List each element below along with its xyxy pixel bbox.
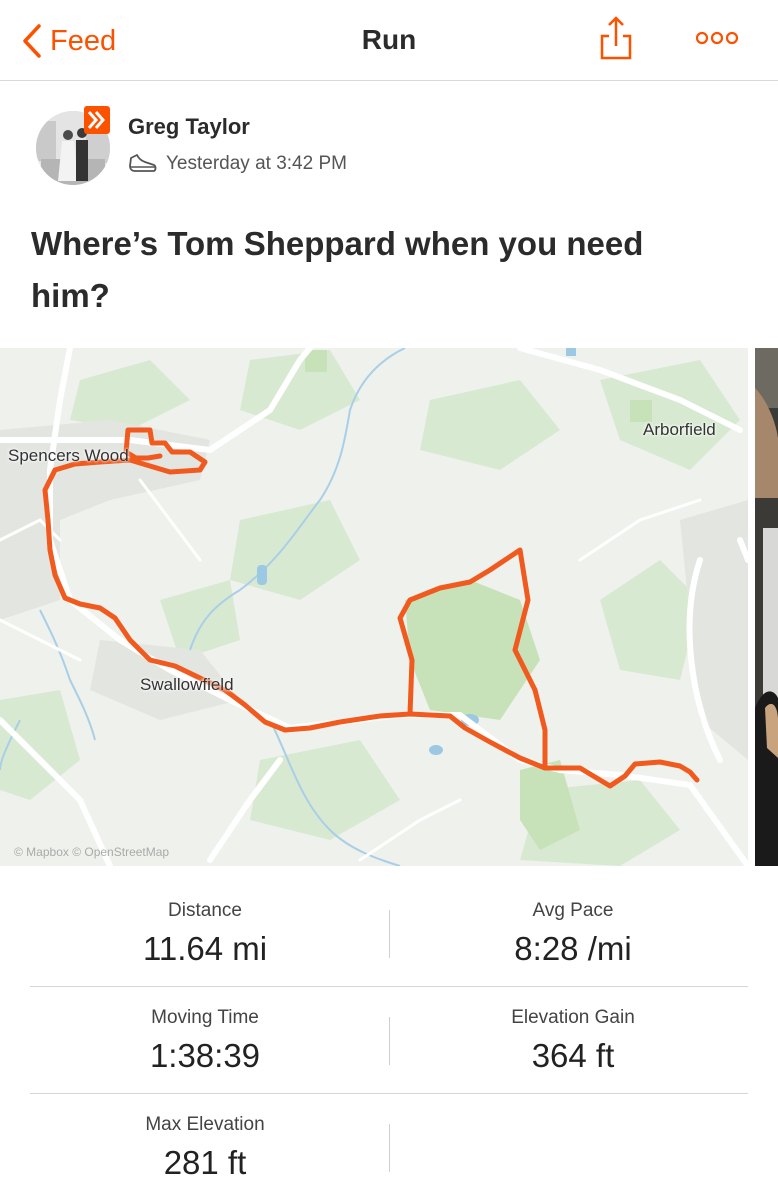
share-icon <box>600 16 632 60</box>
stat-value: 364 ft <box>531 1037 615 1074</box>
map-label-swallowfield: Swallowfield <box>140 675 234 694</box>
stat-moving-time: Moving Time 1:38:39 <box>30 1007 380 1075</box>
photo-thumbnail[interactable] <box>755 348 778 866</box>
stat-max-elevation: Max Elevation 281 ft <box>30 1114 380 1182</box>
stat-value: 8:28 /mi <box>514 930 632 967</box>
stat-value: 281 ft <box>163 1144 247 1181</box>
stat-divider <box>389 1017 390 1065</box>
stat-avg-pace: Avg Pace 8:28 /mi <box>398 900 748 968</box>
back-label: Feed <box>50 24 117 57</box>
stat-label: Avg Pace <box>532 900 614 921</box>
back-button[interactable]: Feed <box>22 20 116 62</box>
more-dots-icon <box>695 31 739 45</box>
shoe-icon <box>129 154 157 172</box>
stat-elevation-gain: Elevation Gain 364 ft <box>398 1007 748 1075</box>
stat-label: Elevation Gain <box>511 1007 635 1028</box>
more-button[interactable] <box>694 26 740 50</box>
stats-panel: Distance 11.64 mi Avg Pace 8:28 /mi Movi… <box>30 880 748 1200</box>
stat-divider <box>389 1124 390 1172</box>
map-attribution[interactable]: © Mapbox © OpenStreetMap <box>14 845 169 859</box>
activity-timestamp: Yesterday at 3:42 PM <box>166 153 347 174</box>
share-button[interactable] <box>598 14 634 62</box>
stat-distance: Distance 11.64 mi <box>30 900 380 968</box>
stat-value: 1:38:39 <box>149 1037 261 1074</box>
stat-label: Max Elevation <box>145 1114 265 1135</box>
activity-meta: Yesterday at 3:42 PM <box>128 153 347 175</box>
nav-bar: Feed Run <box>0 0 778 81</box>
page-title: Run <box>361 24 417 55</box>
stat-label: Moving Time <box>151 1007 259 1028</box>
premium-badge-icon <box>84 106 110 134</box>
stat-divider <box>389 910 390 958</box>
route-map[interactable]: Spencers Wood Arborfield Swallowfield © … <box>0 348 748 866</box>
stat-value: 11.64 mi <box>142 930 268 967</box>
stats-row: Moving Time 1:38:39 Elevation Gain 364 f… <box>30 987 748 1094</box>
map-canvas <box>0 348 748 866</box>
stats-row: Max Elevation 281 ft <box>30 1094 748 1200</box>
athlete-name[interactable]: Greg Taylor <box>128 114 250 140</box>
map-label-spencers-wood: Spencers Wood <box>8 446 129 465</box>
stat-label: Distance <box>168 900 242 921</box>
chevron-left-icon <box>23 24 41 58</box>
activity-title[interactable]: Where’s Tom Sheppard when you need him? <box>31 218 731 322</box>
stats-row: Distance 11.64 mi Avg Pace 8:28 /mi <box>30 880 748 987</box>
map-label-arborfield: Arborfield <box>643 420 716 439</box>
